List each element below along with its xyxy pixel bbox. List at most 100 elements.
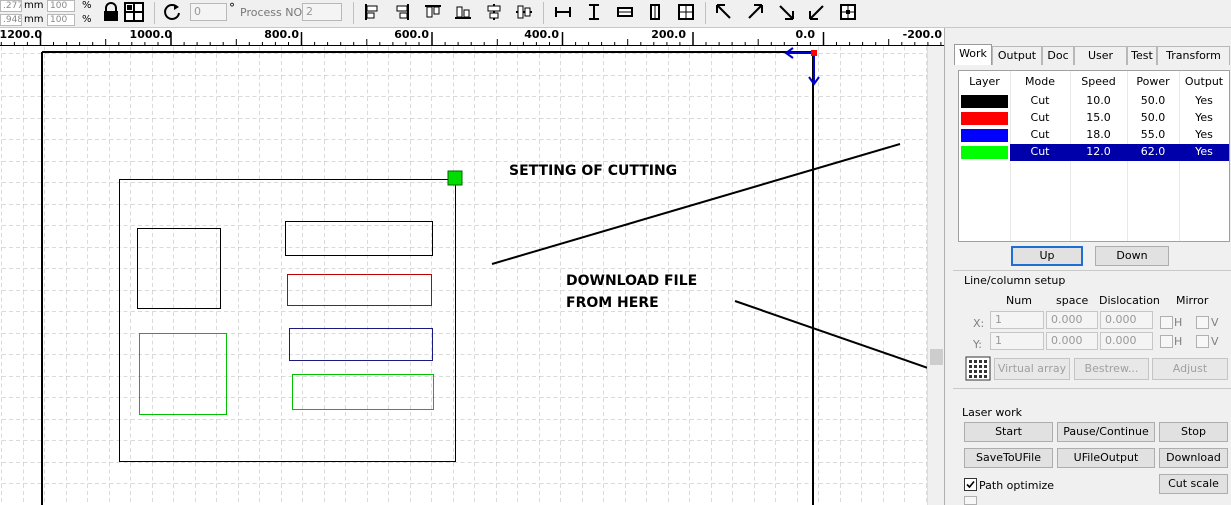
layer-speed-cell[interactable]: 18.0 [1070,127,1127,144]
align-bottom-icon[interactable] [453,2,473,22]
ruler-tick-label: 0.0 [795,28,816,41]
layer-speed-cell[interactable]: 15.0 [1070,110,1127,127]
align-center-h-icon[interactable] [484,2,504,22]
vertical-distribute-icon[interactable] [645,2,665,22]
tab-work[interactable]: Work [954,44,992,65]
position-x-field[interactable]: .277 [0,0,22,12]
process-no-input[interactable]: 2 [302,3,342,21]
laser-work-title: Laser work [962,406,1023,419]
pause-continue-button[interactable]: Pause/Continue [1057,422,1155,442]
layer-power-cell[interactable]: 50.0 [1127,110,1179,127]
array-col-num: Num [1006,294,1032,307]
layer-row[interactable]: Cut 12.0 62.0 Yes [959,144,1229,161]
header-layer: Layer [969,75,1000,88]
cut-scale-button[interactable]: Cut scale [1159,474,1228,494]
toolbar-separator [154,2,155,24]
mirror-x-v-checkbox[interactable] [1196,316,1209,329]
tab-test[interactable]: Test [1127,46,1157,65]
save-to-ufile-button[interactable]: SaveToUFile [964,448,1053,468]
layer-color-swatch[interactable] [961,146,1008,159]
mirror-x-v-label: V [1211,316,1219,329]
canvas-vertical-scrollbar[interactable] [927,46,944,505]
horizontal-distribute-icon[interactable] [615,2,635,22]
arrow-bottom-left-icon[interactable] [807,2,827,22]
layer-color-swatch[interactable] [961,129,1008,142]
scale-y-field[interactable]: 100 [47,14,75,26]
position-y-field[interactable]: .948 [0,14,22,26]
header-mode: Mode [1025,75,1055,88]
percent-y-label: % [82,14,92,25]
layer-output-cell[interactable]: Yes [1179,110,1229,127]
arrow-top-left-icon[interactable] [714,2,734,22]
layer-row[interactable]: Cut 10.0 50.0 Yes [959,93,1229,110]
drawing-canvas[interactable]: SETTING OF CUTTING DOWNLOAD FILE FROM HE… [0,46,927,505]
next-option-checkbox[interactable] [964,496,977,505]
scrollbar-thumb[interactable] [930,349,943,365]
up-button[interactable]: Up [1011,246,1083,266]
virtual-array-button[interactable]: Virtual array [994,358,1070,380]
arrow-top-right-icon[interactable] [745,2,765,22]
scale-x-field[interactable]: 100 [47,0,75,12]
ufile-output-button[interactable]: UFileOutput [1057,448,1155,468]
page-center-icon[interactable] [676,2,696,22]
layer-row[interactable]: Cut 18.0 55.0 Yes [959,127,1229,144]
align-center-v-icon[interactable] [514,2,534,22]
same-width-icon[interactable] [553,2,573,22]
rotate-angle-input[interactable]: 0 [190,3,227,21]
layer-power-cell[interactable]: 62.0 [1127,144,1179,161]
layer-color-swatch[interactable] [961,112,1008,125]
mirror-y-h-checkbox[interactable] [1160,335,1173,348]
array-x-label: X: [973,317,985,330]
percent-x-label: % [82,0,92,11]
array-setup-title: Line/column setup [964,274,1066,287]
horizontal-ruler: 1200.0 1000.0 800.0 600.0 400.0 200.0 0.0 -200.… [0,28,944,46]
align-left-icon[interactable] [362,2,382,22]
tab-doc[interactable]: Doc [1042,46,1074,65]
checkmark-icon [966,480,975,489]
layer-mode-cell[interactable]: Cut [1010,127,1070,144]
layer-power-cell[interactable]: 55.0 [1127,127,1179,144]
array-x-num-input[interactable]: 1 [990,311,1044,329]
array-y-dislocation-input[interactable]: 0.000 [1100,332,1153,350]
layer-output-cell[interactable]: Yes [1179,127,1229,144]
layer-color-swatch[interactable] [961,95,1008,108]
download-button[interactable]: Download [1159,448,1228,468]
layer-mode-cell[interactable]: Cut [1010,144,1070,161]
layer-output-cell[interactable]: Yes [1179,144,1229,161]
center-align-icon[interactable] [838,2,858,22]
align-right-icon[interactable] [392,2,412,22]
layer-row[interactable]: Cut 15.0 50.0 Yes [959,110,1229,127]
layer-speed-cell[interactable]: 12.0 [1070,144,1127,161]
array-y-space-input[interactable]: 0.000 [1046,332,1098,350]
stop-button[interactable]: Stop [1159,422,1228,442]
tab-user[interactable]: User [1074,46,1127,65]
same-height-icon[interactable] [584,2,604,22]
layer-output-cell[interactable]: Yes [1179,93,1229,110]
array-y-num-input[interactable]: 1 [990,332,1044,350]
tab-transform[interactable]: Transform [1157,46,1230,65]
adjust-button[interactable]: Adjust [1152,358,1228,380]
canvas-drawing[interactable] [0,46,927,505]
selection-handle[interactable] [447,170,463,186]
array-x-space-input[interactable]: 0.000 [1046,311,1098,329]
lock-icon[interactable] [101,2,121,22]
layer-mode-cell[interactable]: Cut [1010,93,1070,110]
ruler-tick-label: 200.0 [651,28,686,41]
tab-output[interactable]: Output [992,46,1042,65]
mirror-y-v-checkbox[interactable] [1196,335,1209,348]
mirror-x-h-checkbox[interactable] [1160,316,1173,329]
layer-speed-cell[interactable]: 10.0 [1070,93,1127,110]
bestrew-button[interactable]: Bestrew... [1074,358,1149,380]
down-button[interactable]: Down [1095,246,1169,266]
path-optimize-checkbox[interactable] [964,478,977,491]
grid-select-icon[interactable] [124,2,144,22]
start-button[interactable]: Start [964,422,1053,442]
align-top-icon[interactable] [423,2,443,22]
array-grid-icon[interactable] [965,356,991,381]
rotate-icon[interactable] [162,2,182,22]
arrow-bottom-right-icon[interactable] [776,2,796,22]
layer-table[interactable]: Layer Mode Speed Power Output Cut 10.0 50.… [958,70,1230,242]
array-x-dislocation-input[interactable]: 0.000 [1100,311,1153,329]
layer-mode-cell[interactable]: Cut [1010,110,1070,127]
layer-power-cell[interactable]: 50.0 [1127,93,1179,110]
